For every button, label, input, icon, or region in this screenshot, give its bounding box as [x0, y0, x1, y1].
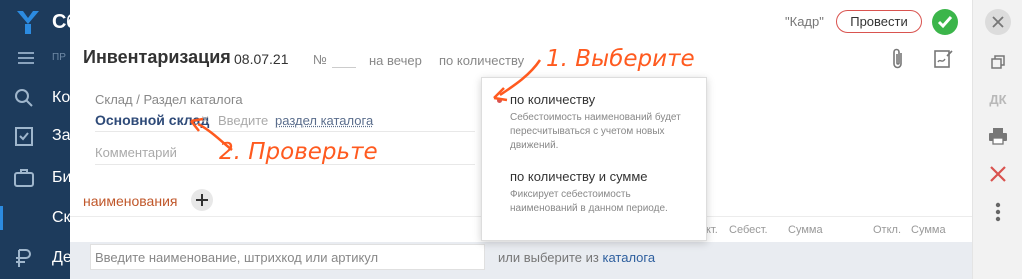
nav-item-tasks[interactable]: За [0, 116, 70, 156]
active-indicator [0, 206, 3, 230]
app-name: Сб [52, 11, 70, 33]
items-section-title: наименования [83, 193, 178, 209]
catalog-link[interactable]: каталога [603, 250, 656, 265]
confirm-button[interactable] [932, 9, 958, 35]
dk-label: ДК [989, 91, 1007, 107]
nav-item-label: За [52, 127, 70, 144]
remove-warehouse-icon[interactable]: × [201, 111, 209, 127]
tasks-icon [15, 127, 33, 146]
close-icon [992, 16, 1004, 28]
nav-section-label: ПР [52, 52, 66, 63]
option-by-quantity[interactable]: по количеству [510, 92, 595, 107]
number-field[interactable] [332, 50, 356, 68]
comment-field[interactable]: Комментарий [95, 145, 177, 160]
option-by-quantity-and-sum[interactable]: по количеству и сумме [510, 169, 648, 184]
close-button[interactable] [985, 9, 1011, 35]
method-selector[interactable]: по количеству [439, 53, 524, 68]
page-title: Инвентаризация [83, 47, 231, 67]
copy-button[interactable] [986, 50, 1010, 74]
nav-item-contacts[interactable]: Ко [0, 78, 70, 118]
column-header: Откл. [873, 224, 902, 236]
dk-button[interactable]: ДК [986, 87, 1010, 111]
nav-item-business[interactable]: Би [0, 158, 70, 198]
annotation-step-2: 2. Проверьте [219, 139, 378, 165]
column-header: Себест. [729, 224, 768, 236]
more-icon [995, 202, 1001, 222]
column-header: Сумма [788, 224, 823, 236]
method-dropdown: по количеству Себестоимость наименований… [481, 77, 707, 241]
briefcase-icon [14, 169, 34, 187]
menu-icon[interactable] [18, 52, 34, 64]
catalog-hint: или выберите из каталога [498, 250, 655, 265]
catalog-hint-text: или выберите из [498, 250, 599, 265]
divider [95, 131, 475, 132]
author-label[interactable]: "Кадр" [785, 14, 824, 29]
column-header: кт. [706, 224, 718, 236]
document-date[interactable]: 08.07.21 [234, 51, 289, 67]
print-button[interactable] [986, 124, 1010, 148]
check-icon [937, 16, 953, 29]
document-panel: "Кадр" Провести Инвентаризация 08.07.21 … [70, 0, 972, 279]
post-button[interactable]: Провести [836, 10, 922, 33]
contacts-icon [15, 89, 33, 107]
selected-indicator [497, 98, 502, 103]
option-description: Себестоимость наименований будет пересчи… [510, 112, 681, 151]
print-icon [989, 128, 1007, 145]
copy-icon [991, 55, 1005, 69]
time-selector[interactable]: на вечер [369, 53, 422, 68]
delete-button[interactable] [986, 162, 1010, 186]
annotation-step-1: 1. Выберите [546, 46, 695, 72]
catalog-section-link[interactable]: раздел каталога [275, 113, 373, 128]
paperclip-icon[interactable] [890, 48, 906, 70]
warehouse-label: Склад / Раздел каталога [95, 92, 243, 107]
signature-icon[interactable] [932, 48, 954, 70]
number-label: № [313, 52, 327, 67]
left-navigation: Сб ПР Ко За Би Ск Де [0, 0, 70, 279]
enter-prefix: Введите [218, 113, 269, 128]
nav-subitem-warehouse[interactable]: Ск [0, 202, 70, 234]
nav-item-label: Би [52, 169, 70, 186]
nav-item-label: Де [52, 249, 70, 266]
option-description: Фиксирует себестоимость наименований в д… [510, 189, 668, 214]
column-header: Сумма [911, 224, 946, 236]
nav-item-money[interactable]: Де [0, 238, 70, 278]
money-icon [16, 249, 31, 267]
app-logo-icon[interactable] [14, 8, 42, 36]
add-item-button[interactable] [191, 189, 213, 211]
plus-icon [196, 194, 208, 206]
nav-subitem-label: Ск [52, 209, 70, 226]
delete-icon [990, 166, 1006, 182]
warehouse-value[interactable]: Основной склад [95, 112, 209, 128]
item-search-input[interactable] [90, 244, 485, 270]
right-toolbar: ДК [972, 0, 1022, 279]
nav-item-label: Ко [52, 89, 70, 106]
more-button[interactable] [986, 200, 1010, 224]
